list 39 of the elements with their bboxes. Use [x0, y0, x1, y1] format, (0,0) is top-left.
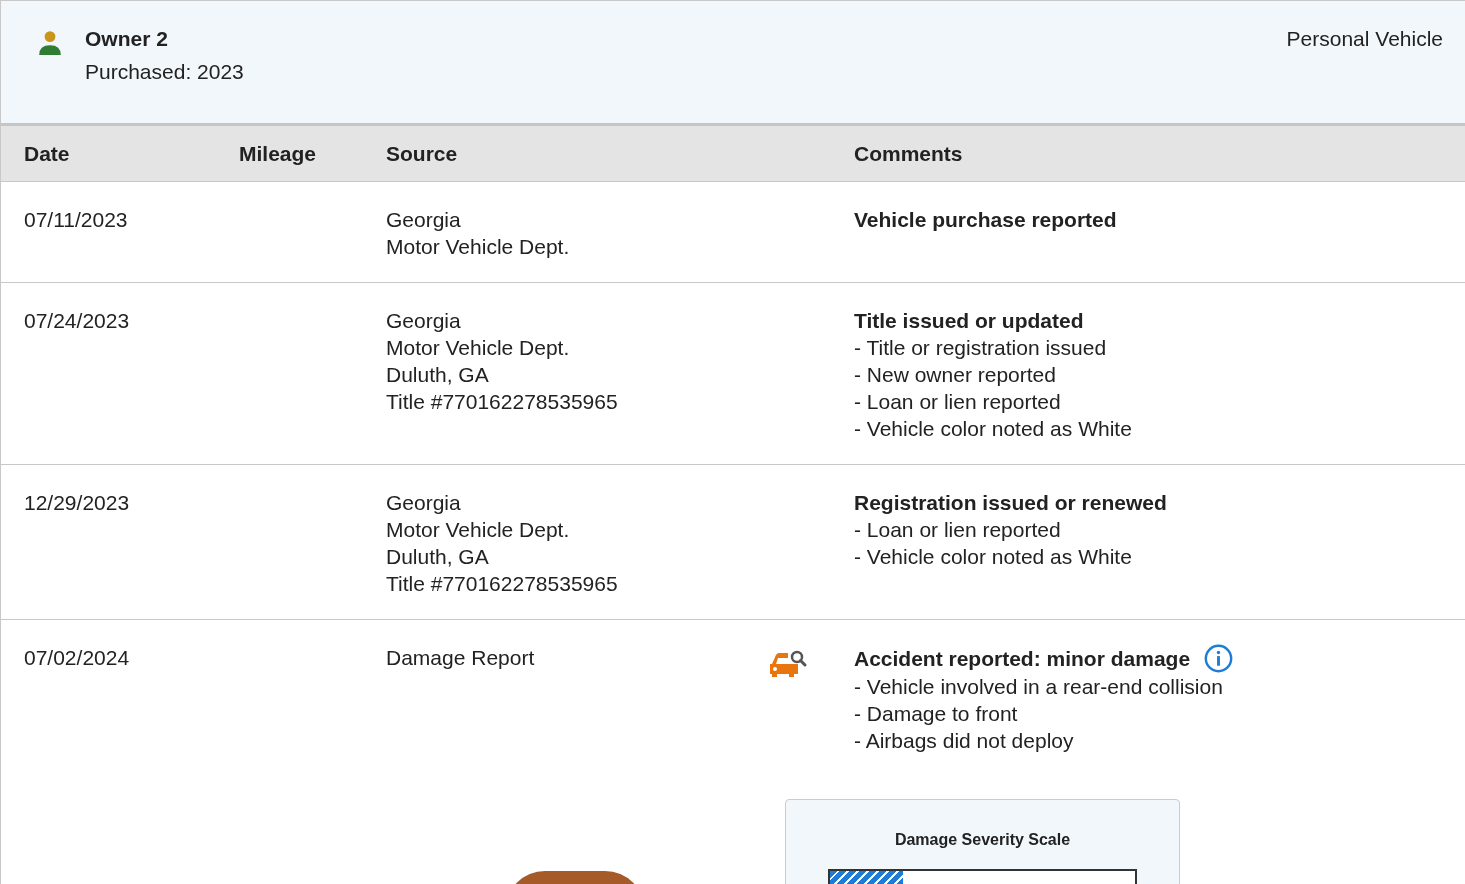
table-cell-text: Title #770162278535965 — [386, 571, 619, 597]
comment-item: - Loan or lien reported — [854, 517, 1062, 543]
comment-title: Vehicle purchase reported — [854, 207, 1117, 233]
column-header: Mileage — [239, 141, 318, 166]
table-cell-text: Damage Report — [386, 645, 536, 671]
info-icon[interactable] — [1204, 644, 1234, 673]
column-header: Date — [24, 141, 71, 166]
table-cell-text: Motor Vehicle Dept. — [386, 335, 571, 361]
table-cell-text: Georgia — [386, 308, 462, 334]
table-cell-text: Georgia — [386, 207, 462, 233]
comment-item: - New owner reported — [854, 362, 1057, 388]
table-cell-text: Duluth, GA — [386, 544, 490, 570]
person-icon — [37, 29, 63, 55]
comment-item: - Loan or lien reported — [854, 389, 1062, 415]
comment-item: - Vehicle involved in a rear-end collision — [854, 674, 1224, 700]
comment-item: - Title or registration issued — [854, 335, 1108, 361]
comment-item: - Vehicle color noted as White — [854, 544, 1133, 570]
vehicle-use-type: Personal Vehicle — [1286, 27, 1443, 51]
car-magnifier-icon — [768, 648, 808, 680]
table-cell-text: Motor Vehicle Dept. — [386, 234, 571, 260]
table-cell-text: 07/24/2023 — [24, 308, 131, 334]
table-cell-text: 07/02/2024 — [24, 645, 131, 671]
comment-title: Registration issued or renewed — [854, 490, 1167, 516]
comment-title: Accident reported: minor damage — [854, 646, 1191, 672]
scale-title: Damage Severity Scale — [894, 830, 1071, 850]
column-header: Source — [386, 141, 459, 166]
owner-name: Owner 2 — [85, 27, 169, 51]
comment-item: - Airbags did not deploy — [854, 728, 1075, 754]
table-cell-text: Motor Vehicle Dept. — [386, 517, 571, 543]
comment-title: Title issued or updated — [854, 308, 1084, 334]
column-header: Comments — [854, 141, 964, 166]
table-cell-text: Duluth, GA — [386, 362, 490, 388]
table-cell-text: 12/29/2023 — [24, 490, 131, 516]
table-cell-text: Georgia — [386, 490, 462, 516]
purchase-year: Purchased: 2023 — [85, 60, 244, 84]
comment-item: - Damage to front — [854, 701, 1019, 727]
comment-item: - Vehicle color noted as White — [854, 416, 1133, 442]
table-cell-text: 07/11/2023 — [24, 207, 129, 233]
table-cell-text: Title #770162278535965 — [386, 389, 619, 415]
